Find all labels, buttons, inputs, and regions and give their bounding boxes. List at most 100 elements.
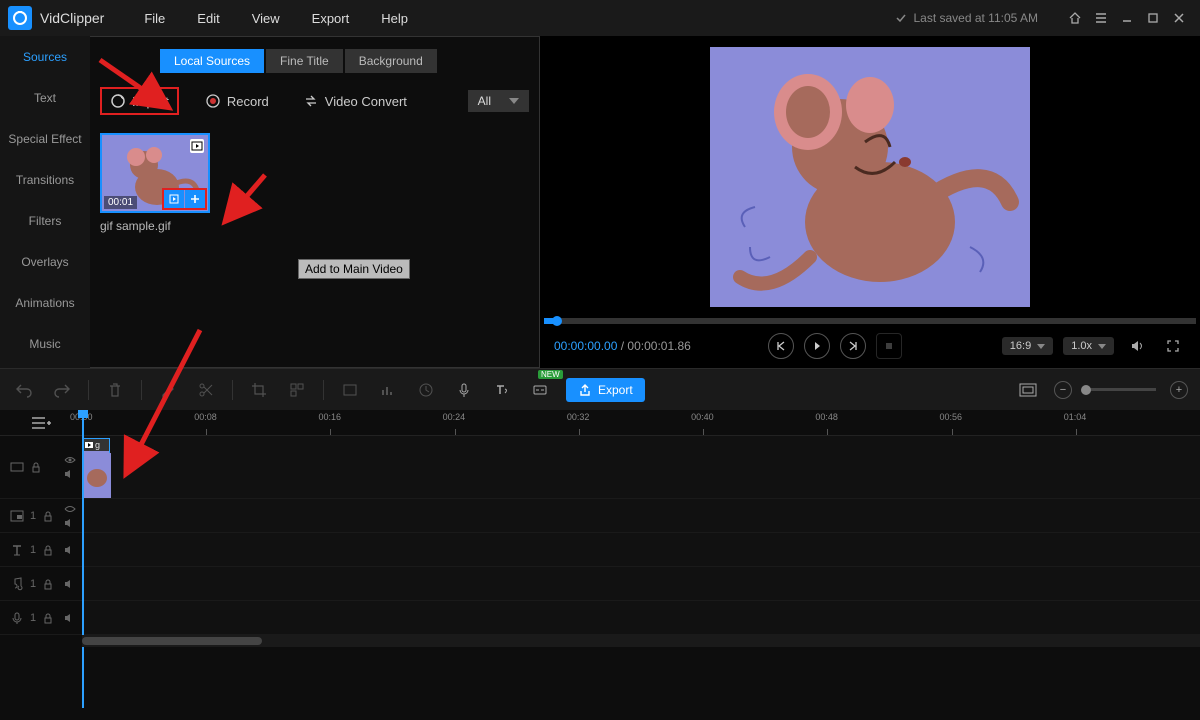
track-audio1-body[interactable] [82,567,1200,600]
menu-view[interactable]: View [236,0,296,36]
sidebar-item-animations[interactable]: Animations [0,282,90,323]
track-options-button[interactable] [6,410,76,436]
sidebar-item-sources[interactable]: Sources [0,36,90,77]
media-thumb[interactable]: 00:01 gif sample.gif [100,133,210,233]
edit-button[interactable] [156,378,180,402]
track-text-body[interactable] [82,533,1200,566]
split-button[interactable] [194,378,218,402]
media-preview-button[interactable] [164,190,184,208]
sources-actions: Import Record Video Convert All [100,87,529,115]
import-icon [110,93,126,109]
lock-icon[interactable] [30,461,42,473]
timeline-ruler[interactable]: 00:00 00:08 00:16 00:24 00:32 00:40 00:4… [0,410,1200,436]
audio-icon[interactable] [64,469,76,479]
tab-background[interactable]: Background [345,49,437,73]
freeze-button[interactable] [338,378,362,402]
lock-icon[interactable] [42,510,54,522]
home-icon[interactable] [1062,5,1088,31]
track-audio2-body[interactable] [82,601,1200,634]
tab-local-sources[interactable]: Local Sources [160,49,264,73]
audio-icon[interactable] [64,545,76,555]
media-type-badge-icon [190,139,204,153]
preview-seek-bar[interactable] [544,318,1196,324]
audio-icon[interactable] [64,579,76,589]
window-close[interactable] [1166,5,1192,31]
main-area: Sources Text Special Effect Transitions … [0,36,1200,368]
mosaic-button[interactable] [285,378,309,402]
record-button[interactable]: Record [197,89,277,113]
track-count: 1 [30,510,36,522]
voice-button[interactable] [452,378,476,402]
import-button[interactable]: Import [100,87,179,115]
aspect-ratio-select[interactable]: 16:9 [1002,337,1053,355]
trash-icon [107,382,123,398]
audio-icon[interactable] [64,613,76,623]
menu-edit[interactable]: Edit [181,0,235,36]
timeline: 00:00 00:08 00:16 00:24 00:32 00:40 00:4… [0,410,1200,720]
media-add-button[interactable] [185,190,205,208]
volume-button[interactable] [1124,333,1150,359]
prev-frame-button[interactable] [768,333,794,359]
timeline-hscroll[interactable] [82,635,1200,647]
convert-icon [303,93,319,109]
hamburger-icon[interactable] [1088,5,1114,31]
ruler-tick: 01:04 [1064,412,1087,422]
eye-icon[interactable] [64,455,76,465]
sidebar-item-overlays[interactable]: Overlays [0,241,90,282]
save-status: Last saved at 11:05 AM [895,11,1038,25]
zoom-in-button[interactable]: + [1170,381,1188,399]
ruler-tick: 00:16 [318,412,341,422]
export-button[interactable]: Export [566,378,645,402]
duration-button[interactable] [414,378,438,402]
play-button[interactable] [804,333,830,359]
fullscreen-button[interactable] [1160,333,1186,359]
ruler-tick: 00:32 [567,412,590,422]
window-minimize[interactable] [1114,5,1140,31]
sidebar-item-transitions[interactable]: Transitions [0,159,90,200]
menu-export[interactable]: Export [296,0,366,36]
timeline-clip[interactable]: g [82,438,110,497]
zoom-tool-button[interactable] [376,378,400,402]
preview-seek-handle[interactable] [552,316,562,326]
window-maximize[interactable] [1140,5,1166,31]
zoom-slider-handle[interactable] [1081,385,1091,395]
preview-stage[interactable] [540,36,1200,318]
lock-icon[interactable] [42,544,54,556]
next-frame-button[interactable] [840,333,866,359]
speech-to-text-button[interactable]: NEW [528,378,552,402]
track-text: 1 [0,533,1200,567]
sidebar-item-music[interactable]: Music [0,323,90,364]
sidebar-item-special-effect[interactable]: Special Effect [0,118,90,159]
fit-button[interactable] [1016,378,1040,402]
sidebar-item-text[interactable]: Text [0,77,90,118]
video-convert-button[interactable]: Video Convert [295,89,415,113]
track-overlay-body[interactable] [82,499,1200,532]
track-video: g [0,436,1200,499]
play-icon [812,341,822,351]
sidebar-item-filters[interactable]: Filters [0,200,90,241]
text-to-speech-button[interactable] [490,378,514,402]
audio-icon[interactable] [64,518,76,528]
delete-button[interactable] [103,378,127,402]
speed-select[interactable]: 1.0x [1063,337,1114,355]
stop-button[interactable] [876,333,902,359]
crop-button[interactable] [247,378,271,402]
sources-filter-select[interactable]: All [468,90,529,112]
track-menu-icon [30,415,52,431]
track-video-body[interactable]: g [82,436,1200,498]
zoom-out-button[interactable]: − [1054,381,1072,399]
menu-help[interactable]: Help [365,0,424,36]
ruler-tick: 00:08 [194,412,217,422]
undo-button[interactable] [12,378,36,402]
text-audio-icon [494,382,510,398]
save-status-text: Last saved at 11:05 AM [913,11,1038,25]
lock-icon[interactable] [42,612,54,624]
eye-icon[interactable] [64,504,76,514]
ruler-tick: 00:24 [443,412,466,422]
timeline-hscroll-thumb[interactable] [82,637,262,645]
menu-file[interactable]: File [128,0,181,36]
tab-fine-title[interactable]: Fine Title [266,49,343,73]
zoom-slider[interactable] [1086,388,1156,391]
lock-icon[interactable] [42,578,54,590]
redo-button[interactable] [50,378,74,402]
